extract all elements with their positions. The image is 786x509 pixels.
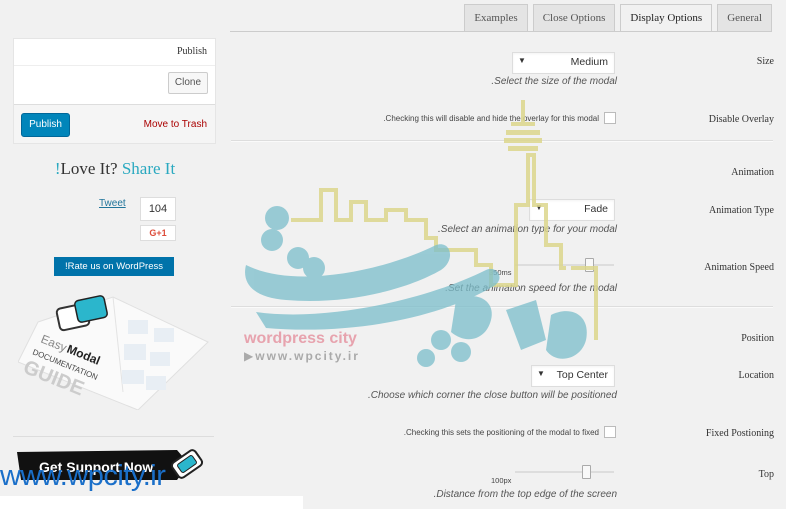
- tab-general[interactable]: General: [717, 4, 772, 31]
- clone-button[interactable]: Clone: [168, 72, 208, 94]
- share-heading: !Love It? Share It: [0, 159, 230, 179]
- publish-actions: Publish Move to Trash: [14, 104, 215, 143]
- disable-overlay-checkbox[interactable]: [604, 112, 616, 124]
- documentation-guide-image[interactable]: Easy Modal DOCUMENTATION GUIDE: [18, 292, 210, 410]
- animation-type-select[interactable]: ▼ Fade: [529, 199, 615, 221]
- location-description: .Choose which corner the close button wi…: [367, 390, 617, 401]
- disable-overlay-description: .Checking this will disable and hide the…: [383, 114, 599, 123]
- top-slider[interactable]: [515, 471, 614, 473]
- animation-type-description: .Select an animation type for your modal: [438, 224, 617, 235]
- size-label: Size: [756, 56, 774, 67]
- divider: [14, 65, 215, 66]
- google-plus-button[interactable]: G+1: [140, 225, 176, 241]
- watermark-skyline-icon: [291, 153, 598, 340]
- dropdown-arrow-icon: ▼: [518, 56, 526, 65]
- size-description: .Select the size of the modal: [491, 76, 617, 87]
- animation-speed-description: .Set the animation speed for the modal: [445, 283, 617, 294]
- tab-close-options[interactable]: Close Options: [532, 4, 616, 31]
- animation-speed-slider[interactable]: [515, 264, 614, 266]
- watermark-small-url: ▶www.wpcity.ir: [244, 349, 360, 363]
- tab-divider: [230, 31, 772, 32]
- top-value: 100px: [491, 476, 512, 485]
- tweet-link[interactable]: Tweet: [99, 198, 126, 209]
- share-heading-love: Love It?: [60, 159, 122, 178]
- watermark-url: www.wpcity.ir: [0, 460, 166, 492]
- top-slider-handle[interactable]: [582, 465, 592, 479]
- fixed-positioning-label: Fixed Postioning: [705, 428, 774, 439]
- top-description: .Distance from the top edge of the scree…: [433, 489, 617, 500]
- share-count: 104: [140, 197, 176, 221]
- animation-speed-value: 350ms: [489, 268, 512, 277]
- section-divider: [231, 140, 773, 142]
- animation-type-value: Fade: [584, 203, 608, 215]
- dropdown-arrow-icon: ▼: [537, 369, 545, 378]
- tab-examples[interactable]: Examples: [464, 4, 528, 31]
- footer-white-strip: [0, 496, 303, 509]
- section-divider: [231, 306, 773, 308]
- dropdown-arrow-icon: ▼: [535, 203, 543, 212]
- location-select[interactable]: ▼ Top Center: [531, 365, 615, 387]
- location-label: Location: [738, 370, 774, 381]
- animation-speed-label: Animation Speed: [704, 262, 774, 273]
- tab-display-options[interactable]: Display Options: [620, 4, 713, 32]
- publish-box: Publish Clone Publish Move to Trash: [13, 38, 216, 144]
- fixed-positioning-checkbox[interactable]: [604, 426, 616, 438]
- sidebar-divider: [13, 436, 214, 437]
- animation-speed-slider-handle[interactable]: [585, 258, 595, 272]
- disable-overlay-label: Disable Overlay: [708, 114, 774, 125]
- tab-bar: Examples Close Options Display Options G…: [464, 4, 772, 32]
- size-select-value: Medium: [570, 56, 608, 68]
- top-label: Top: [758, 469, 774, 480]
- rate-wordpress-button[interactable]: !Rate us on WordPress: [54, 257, 174, 276]
- fixed-positioning-description: .Checking this sets the positioning of t…: [403, 428, 599, 437]
- position-section-heading: Position: [741, 333, 774, 344]
- animation-type-label: Animation Type: [709, 205, 774, 216]
- watermark-brand-text: wordpress city: [244, 330, 357, 347]
- animation-section-heading: Animation: [731, 167, 774, 178]
- move-to-trash-link[interactable]: Move to Trash: [144, 119, 207, 130]
- publish-box-title: Publish: [176, 46, 207, 57]
- share-heading-share: Share It: [121, 159, 176, 178]
- size-select[interactable]: ▼ Medium: [512, 52, 615, 74]
- publish-button[interactable]: Publish: [21, 113, 70, 137]
- location-select-value: Top Center: [556, 369, 608, 381]
